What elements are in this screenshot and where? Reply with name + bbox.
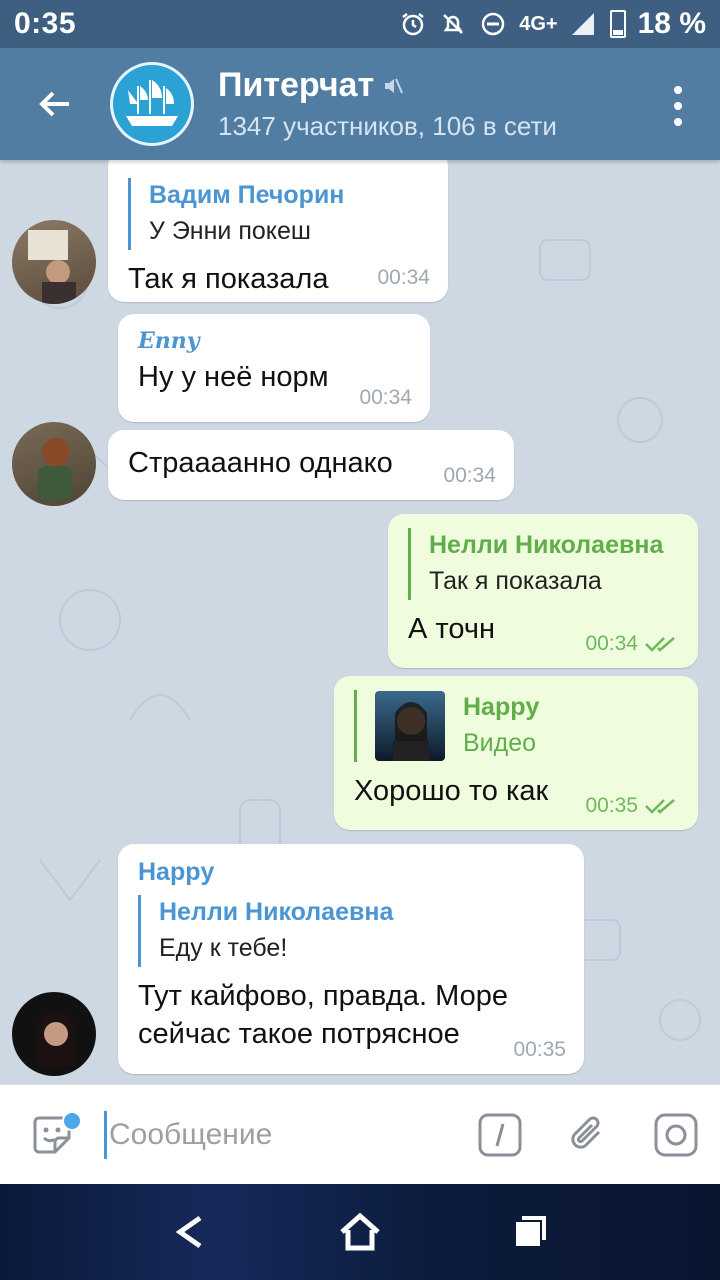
paperclip-icon: [571, 1116, 601, 1149]
more-menu-button[interactable]: [666, 86, 690, 126]
system-navigation-bar: [0, 1184, 720, 1280]
nav-home-button[interactable]: [330, 1202, 390, 1262]
double-check-icon: [645, 799, 675, 814]
message-time: 00:34: [443, 464, 496, 487]
network-type: 4G+: [519, 12, 558, 35]
reply-text: Еду к тебе!: [159, 934, 288, 962]
message-text-line: сейчас такое потрясное: [138, 1018, 460, 1050]
group-avatar[interactable]: [110, 62, 194, 146]
camera-icon: [654, 1113, 698, 1156]
signal-icon: [570, 10, 598, 38]
chat-header: Питерчат 1347 участников, 106 в сети: [0, 48, 720, 160]
nav-home-icon: [340, 1212, 380, 1251]
message-bubble[interactable]: Страааанно однако 00:34: [108, 430, 514, 500]
battery-icon: [609, 10, 626, 38]
reply-preview[interactable]: Happy Видео: [354, 690, 678, 762]
message-text-line: Тут кайфово, правда. Море: [138, 980, 508, 1012]
status-bar: 0:35 4G+ 18 %: [0, 0, 720, 48]
nav-back-icon: [175, 1215, 202, 1249]
message-input-placeholder: Сообщение: [109, 1117, 273, 1151]
message-time-text: 00:35: [585, 794, 638, 817]
message-bubble[interactable]: Нелли Николаевна Так я показала А точн 0…: [388, 514, 698, 668]
reply-text: Так я показала: [429, 567, 602, 595]
reply-text: У Энни покеш: [149, 217, 311, 245]
notification-dot: [62, 1110, 82, 1131]
chat-title-text: Питерчат: [218, 66, 375, 104]
avatar[interactable]: [12, 220, 96, 304]
bot-command-button[interactable]: [456, 1085, 544, 1185]
nav-back-button[interactable]: [160, 1202, 220, 1262]
do-not-disturb-icon: [479, 10, 507, 38]
reply-preview[interactable]: Нелли Николаевна Еду к тебе!: [138, 895, 564, 967]
message-bubble[interactable]: Enny Ну у неё норм 00:34: [118, 314, 430, 422]
message-sender[interactable]: Happy: [138, 858, 564, 887]
message-sender[interactable]: Enny: [138, 328, 410, 354]
message-bubble[interactable]: Happy Видео Хорошо то как 00:35: [334, 676, 698, 830]
nav-recent-button[interactable]: [500, 1202, 560, 1262]
composer: Сообщение: [0, 1084, 720, 1184]
message-bubble[interactable]: Happy Нелли Николаевна Еду к тебе! Тут к…: [118, 844, 584, 1074]
reply-author: Happy: [463, 693, 540, 721]
notifications-off-icon: [439, 10, 467, 38]
reply-preview[interactable]: Нелли Николаевна Так я показала: [408, 528, 678, 600]
mute-icon: [385, 78, 404, 93]
ship-icon: [126, 80, 178, 126]
avatar[interactable]: [12, 422, 96, 506]
video-thumbnail[interactable]: [375, 691, 445, 761]
reply-author: Нелли Николаевна: [429, 531, 664, 559]
message-time: 00:34: [377, 266, 430, 289]
status-icons: 4G+ 18 %: [399, 7, 706, 41]
message-list[interactable]: Вадим Печорин У Энни покеш Так я показал…: [0, 160, 720, 1084]
more-vertical-icon: [674, 86, 682, 94]
message-bubble[interactable]: Вадим Печорин У Энни покеш Так я показал…: [108, 160, 448, 302]
reply-author: Вадим Печорин: [149, 181, 345, 209]
message-time: 00:35: [585, 794, 680, 818]
alarm-icon: [399, 10, 427, 38]
message-time-text: 00:34: [585, 632, 638, 655]
status-time: 0:35: [14, 7, 77, 40]
chat-title[interactable]: Питерчат: [218, 66, 557, 105]
reply-author: Нелли Николаевна: [159, 898, 394, 926]
nav-recent-icon: [516, 1216, 546, 1246]
message-text: Страааанно однако: [128, 447, 393, 479]
back-button[interactable]: [0, 48, 110, 160]
arrow-left-icon: [39, 91, 69, 117]
attach-button[interactable]: [544, 1085, 632, 1185]
message-time: 00:34: [359, 386, 412, 409]
camera-button[interactable]: [632, 1085, 720, 1185]
chat-subtitle: 1347 участников, 106 в сети: [218, 111, 557, 141]
battery-percent: 18 %: [637, 7, 706, 40]
message-time: 00:35: [513, 1038, 566, 1061]
reply-preview[interactable]: Вадим Печорин У Энни покеш: [128, 178, 428, 250]
slash-command-icon: [478, 1113, 522, 1156]
sticker-button[interactable]: [0, 1085, 104, 1185]
reply-text: Видео: [463, 729, 537, 757]
message-time: 00:34: [585, 632, 680, 656]
double-check-icon: [645, 637, 675, 652]
avatar[interactable]: [12, 992, 96, 1076]
message-input[interactable]: Сообщение: [104, 1105, 456, 1165]
